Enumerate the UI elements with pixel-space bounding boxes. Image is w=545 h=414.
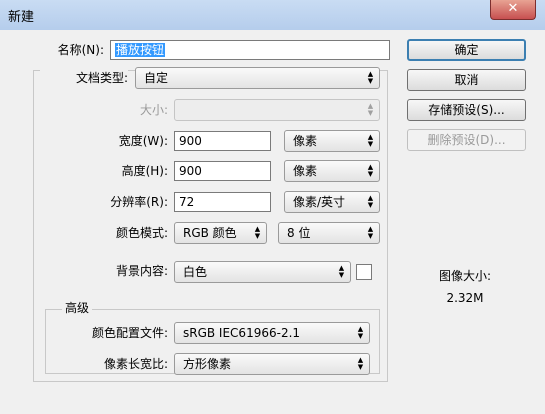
color-mode-select[interactable]: RGB 颜色 ▲ ▼: [174, 222, 267, 244]
preset-value: 自定: [144, 71, 169, 85]
name-input[interactable]: 播放按钮: [110, 40, 390, 60]
pixel-aspect-value: 方形像素: [183, 357, 232, 371]
width-value: 900: [179, 134, 202, 148]
width-input[interactable]: 900: [174, 131, 271, 151]
resolution-unit: 像素/英寸: [293, 195, 346, 209]
resolution-unit-select[interactable]: 像素/英寸 ▲ ▼: [284, 191, 380, 213]
resolution-label: 分辨率(R):: [110, 195, 168, 209]
height-input[interactable]: 900: [174, 161, 271, 181]
width-unit: 像素: [293, 134, 318, 148]
size-select[interactable]: ▲ ▼: [174, 99, 380, 121]
background-color-swatch[interactable]: [356, 264, 372, 280]
size-label: 大小:: [139, 103, 168, 117]
color-mode-label: 颜色模式:: [115, 226, 168, 240]
color-profile-select[interactable]: sRGB IEC61966-2.1 ▲ ▼: [174, 322, 370, 344]
background-select[interactable]: 白色 ▲ ▼: [174, 261, 351, 283]
height-label: 高度(H):: [121, 164, 168, 178]
preset-label: 文档类型:: [40, 67, 128, 89]
save-preset-button[interactable]: 存储预设(S)...: [407, 99, 526, 121]
advanced-title: 高级: [62, 301, 93, 315]
background-label: 背景内容:: [115, 264, 168, 278]
resolution-input[interactable]: 72: [174, 192, 271, 212]
preset-select[interactable]: 自定 ▲ ▼: [135, 67, 380, 89]
chevron-up-down-icon: ▲ ▼: [367, 102, 374, 117]
name-value: 播放按钮: [115, 43, 166, 57]
height-unit: 像素: [293, 164, 318, 178]
cancel-button[interactable]: 取消: [407, 69, 526, 91]
image-size-value: 2.32M: [446, 291, 484, 305]
background-value: 白色: [183, 265, 208, 279]
bit-depth-value: 8 位: [287, 226, 311, 240]
chevron-up-down-icon: ▲ ▼: [357, 325, 364, 340]
pixel-aspect-label: 像素长宽比:: [103, 357, 168, 371]
color-profile-label: 颜色配置文件:: [91, 326, 168, 340]
ok-button[interactable]: 确定: [407, 39, 526, 61]
close-icon: ✕: [507, 1, 519, 16]
delete-preset-button[interactable]: 删除预设(D)...: [407, 129, 526, 151]
chevron-up-down-icon: ▲ ▼: [254, 225, 261, 240]
resolution-value: 72: [179, 195, 195, 209]
height-value: 900: [179, 164, 202, 178]
height-unit-select[interactable]: 像素 ▲ ▼: [284, 160, 380, 182]
dialog-body: 名称(N): 播放按钮 文档类型: 自定 ▲ ▼ 大小: ▲ ▼ 宽度(W): 90…: [0, 30, 545, 414]
chevron-up-down-icon: ▲ ▼: [367, 133, 374, 148]
chevron-up-down-icon: ▲ ▼: [367, 194, 374, 209]
chevron-up-down-icon: ▲ ▼: [357, 356, 364, 371]
window-title: 新建: [8, 10, 35, 25]
width-label: 宽度(W):: [118, 134, 168, 148]
color-profile-value: sRGB IEC61966-2.1: [183, 326, 301, 340]
chevron-up-down-icon: ▲ ▼: [367, 225, 374, 240]
chevron-up-down-icon: ▲ ▼: [338, 264, 345, 279]
chevron-up-down-icon: ▲ ▼: [367, 70, 374, 85]
image-size-label: 图像大小:: [438, 269, 492, 283]
chevron-up-down-icon: ▲ ▼: [367, 163, 374, 178]
name-label: 名称(N):: [57, 43, 104, 57]
width-unit-select[interactable]: 像素 ▲ ▼: [284, 130, 380, 152]
title-bar: 新建 ✕: [0, 0, 545, 31]
bit-depth-select[interactable]: 8 位 ▲ ▼: [278, 222, 380, 244]
color-mode-value: RGB 颜色: [183, 226, 237, 240]
close-button[interactable]: ✕: [490, 0, 536, 20]
pixel-aspect-select[interactable]: 方形像素 ▲ ▼: [174, 353, 370, 375]
